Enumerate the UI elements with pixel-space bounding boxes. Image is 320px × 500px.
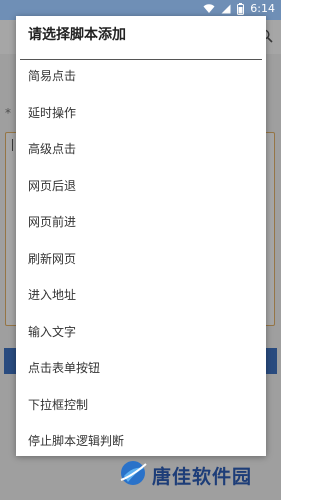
option-enter-address[interactable]: 进入地址 (16, 277, 266, 314)
option-advanced-click[interactable]: 高级点击 (16, 131, 266, 168)
option-input-text[interactable]: 输入文字 (16, 314, 266, 351)
option-dropdown-control[interactable]: 下拉框控制 (16, 387, 266, 424)
option-delay[interactable]: 延时操作 (16, 95, 266, 132)
status-icons: 6:14 (203, 2, 275, 15)
watermark-text: 唐佳软件园 (152, 465, 253, 488)
option-stop-script-logic[interactable]: 停止脚本逻辑判断 (16, 423, 266, 456)
option-click-form-button[interactable]: 点击表单按钮 (16, 350, 266, 387)
signal-icon (221, 4, 231, 14)
battery-icon (237, 2, 245, 15)
option-simple-click[interactable]: 简易点击 (16, 58, 266, 95)
dialog-title: 请选择脚本添加 (28, 27, 126, 43)
watermark: 唐佳软件园 (118, 458, 252, 492)
option-page-forward[interactable]: 网页前进 (16, 204, 266, 241)
wifi-icon (203, 3, 215, 14)
status-time: 6:14 (250, 2, 275, 15)
options-list: 简易点击 延时操作 高级点击 网页后退 网页前进 刷新网页 进入地址 输入文字 … (16, 58, 266, 456)
option-page-back[interactable]: 网页后退 (16, 168, 266, 205)
option-refresh-page[interactable]: 刷新网页 (16, 241, 266, 278)
globe-logo-icon (118, 458, 148, 492)
script-select-dialog: 请选择脚本添加 简易点击 延时操作 高级点击 网页后退 网页前进 刷新网页 进入… (16, 16, 266, 456)
